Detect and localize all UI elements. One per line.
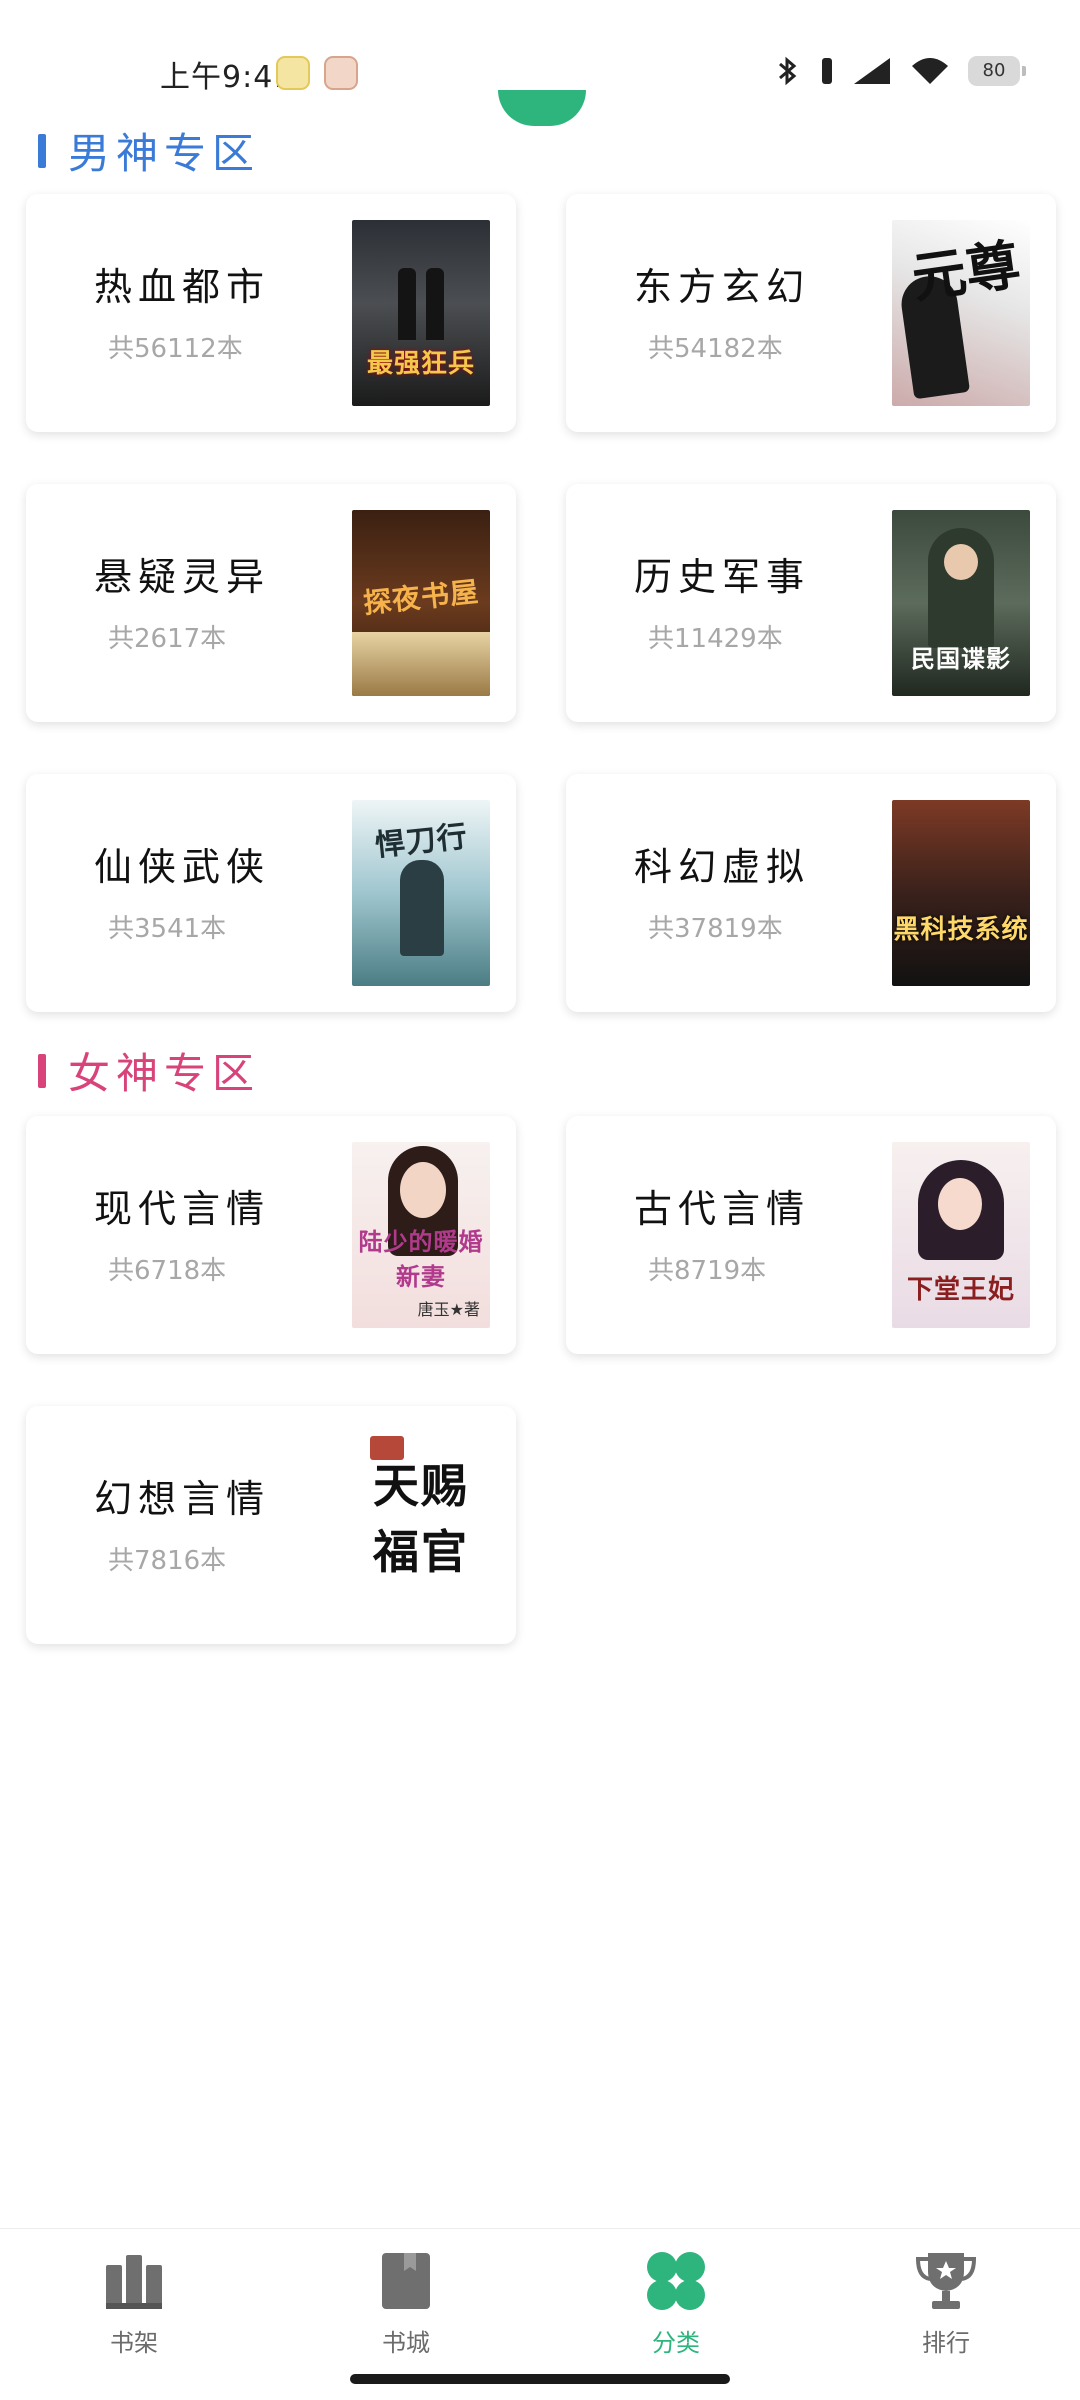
book-cover: 黑科技系统 bbox=[892, 800, 1030, 986]
category-card[interactable]: 热血都市 共56112本 最强狂兵 bbox=[26, 194, 516, 432]
book-icon bbox=[374, 2249, 438, 2313]
category-count: 共2617本 bbox=[108, 624, 227, 654]
book-cover: 最强狂兵 bbox=[352, 220, 490, 406]
category-card[interactable]: 东方玄幻 共54182本 元尊 bbox=[566, 194, 1056, 432]
book-cover: 天赐福官 bbox=[352, 1432, 490, 1618]
category-name: 古代言情 bbox=[634, 1187, 811, 1231]
category-name: 仙侠武侠 bbox=[94, 845, 271, 889]
status-icons: 80 bbox=[774, 55, 1026, 87]
home-gesture-bar[interactable] bbox=[350, 2374, 730, 2384]
section-accent-bar bbox=[38, 1053, 46, 1088]
cover-title: 最强狂兵 bbox=[366, 349, 475, 379]
cover-title: 天赐福官 bbox=[373, 1459, 469, 1579]
nav-item-category[interactable]: 分类 bbox=[616, 2249, 736, 2358]
battery-indicator: 80 bbox=[968, 56, 1026, 86]
category-name: 历史军事 bbox=[634, 555, 811, 599]
category-name: 科幻虚拟 bbox=[634, 845, 811, 889]
bluetooth-icon bbox=[779, 56, 797, 86]
nav-item-ranking[interactable]: 排行 bbox=[886, 2249, 1006, 2358]
category-card[interactable]: 历史军事 共11429本 民国谍影 bbox=[566, 484, 1056, 722]
category-count: 共11429本 bbox=[648, 624, 783, 654]
bookshelf-icon bbox=[102, 2249, 166, 2313]
category-count: 共8719本 bbox=[648, 1256, 767, 1286]
section-heading-female: 女神专区 bbox=[38, 1040, 260, 1101]
clover-icon bbox=[644, 2249, 708, 2313]
category-count: 共3541本 bbox=[108, 914, 227, 944]
book-cover: 下堂王妃 bbox=[892, 1142, 1030, 1328]
category-count: 共37819本 bbox=[648, 914, 783, 944]
nav-label: 分类 bbox=[652, 2329, 700, 2357]
signal-icon bbox=[854, 58, 890, 84]
cover-title: 悍刀行 bbox=[373, 819, 470, 864]
category-count: 共54182本 bbox=[648, 334, 783, 364]
category-count: 共7816本 bbox=[108, 1546, 227, 1576]
category-card[interactable]: 悬疑灵异 共2617本 探夜书屋 bbox=[26, 484, 516, 722]
app-notification-icon bbox=[324, 56, 358, 90]
category-count: 共6718本 bbox=[108, 1256, 227, 1286]
category-count: 共56112本 bbox=[108, 334, 243, 364]
cover-title: 陆少的暖婚新妻 bbox=[358, 1227, 484, 1291]
section-heading-male: 男神专区 bbox=[38, 120, 260, 181]
nav-item-bookstore[interactable]: 书城 bbox=[346, 2249, 466, 2358]
book-cover: 探夜书屋 bbox=[352, 510, 490, 696]
cover-title: 元尊 bbox=[908, 231, 1024, 311]
section-accent-bar bbox=[38, 133, 46, 168]
nav-label: 书架 bbox=[110, 2329, 158, 2357]
book-cover: 元尊 bbox=[892, 220, 1030, 406]
cover-author: 唐玉★著 bbox=[417, 1300, 480, 1319]
trophy-icon bbox=[914, 2249, 978, 2313]
vibrate-icon bbox=[822, 58, 832, 84]
book-cover: 陆少的暖婚新妻 唐玉★著 bbox=[352, 1142, 490, 1328]
book-cover: 民国谍影 bbox=[892, 510, 1030, 696]
cover-title: 下堂王妃 bbox=[906, 1275, 1015, 1305]
category-name: 东方玄幻 bbox=[634, 265, 811, 309]
floating-action-edge[interactable] bbox=[498, 90, 586, 126]
status-time: 上午9:41 bbox=[160, 60, 294, 95]
category-card[interactable]: 仙侠武侠 共3541本 悍刀行 bbox=[26, 774, 516, 1012]
category-name: 现代言情 bbox=[94, 1187, 271, 1231]
category-card[interactable]: 幻想言情 共7816本 天赐福官 bbox=[26, 1406, 516, 1644]
category-card[interactable]: 古代言情 共8719本 下堂王妃 bbox=[566, 1116, 1056, 1354]
category-card[interactable]: 科幻虚拟 共37819本 黑科技系统 bbox=[566, 774, 1056, 1012]
section-title: 男神专区 bbox=[68, 129, 261, 178]
category-name: 热血都市 bbox=[94, 265, 271, 309]
category-card[interactable]: 现代言情 共6718本 陆少的暖婚新妻 唐玉★著 bbox=[26, 1116, 516, 1354]
section-title: 女神专区 bbox=[68, 1049, 261, 1098]
book-cover: 悍刀行 bbox=[352, 800, 490, 986]
cover-title: 黑科技系统 bbox=[893, 915, 1029, 945]
nav-label: 书城 bbox=[382, 2329, 430, 2357]
category-name: 幻想言情 bbox=[94, 1477, 271, 1521]
app-notification-icon bbox=[276, 56, 310, 90]
cover-title: 民国谍影 bbox=[911, 644, 1011, 673]
nav-item-bookshelf[interactable]: 书架 bbox=[74, 2249, 194, 2358]
cover-title: 探夜书屋 bbox=[361, 575, 481, 620]
category-name: 悬疑灵异 bbox=[94, 555, 271, 599]
app-screen: 上午9:41 80 男神专区 热血都市 共56112本 最强狂兵 东方玄幻 共5… bbox=[0, 0, 1080, 2400]
nav-label: 排行 bbox=[922, 2329, 970, 2357]
wifi-icon bbox=[912, 58, 948, 84]
